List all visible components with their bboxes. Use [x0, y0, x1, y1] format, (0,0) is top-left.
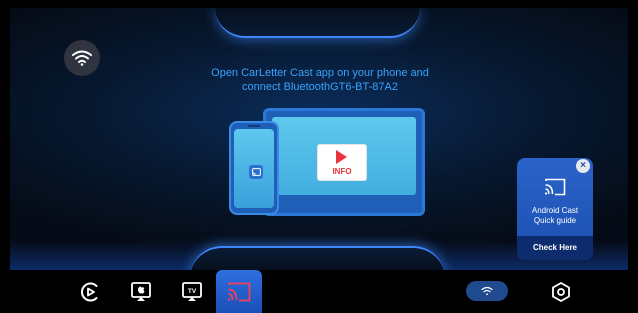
- wifi-status-button[interactable]: [466, 281, 508, 301]
- apple-tv-icon: TV: [182, 282, 202, 301]
- settings-button[interactable]: [549, 280, 573, 304]
- check-here-button[interactable]: Check Here: [517, 236, 593, 260]
- connect-instruction: Open CarLetter Cast app on your phone an…: [180, 66, 460, 94]
- wifi-status-icon: [481, 286, 493, 296]
- top-arc-decoration: [215, 8, 420, 38]
- phone-screen: [234, 129, 274, 208]
- bottom-dock: TV: [0, 270, 638, 313]
- instruction-line-2: connect BluetoothGT6-BT-87A2: [242, 81, 398, 93]
- carplay-icon: [81, 282, 98, 302]
- phone-notch: [248, 125, 260, 127]
- apple-tv-button[interactable]: TV: [180, 280, 204, 304]
- wifi-icon: [72, 50, 92, 66]
- phone-cast-icon: [249, 165, 263, 179]
- carplay-button[interactable]: [78, 280, 102, 304]
- guide-title-line-1: Android Cast: [531, 206, 579, 215]
- quick-guide-card[interactable]: Android Cast Quick guide Check Here: [517, 158, 593, 260]
- android-cast-icon: [227, 282, 251, 302]
- instruction-line-1: Open CarLetter Cast app on your phone an…: [211, 67, 429, 79]
- svg-text:TV: TV: [188, 288, 197, 295]
- info-label: INFO: [332, 167, 352, 176]
- phone-illustration: [229, 121, 279, 215]
- airplay-apple-button[interactable]: [129, 280, 153, 304]
- info-video-card: INFO: [317, 144, 367, 181]
- settings-hexagon-icon: [552, 282, 570, 302]
- play-icon: [336, 150, 347, 164]
- android-cast-button[interactable]: [227, 280, 251, 304]
- bottom-arc-decoration: [190, 246, 445, 270]
- android-cast-screen: Open CarLetter Cast app on your phone an…: [0, 0, 638, 313]
- wifi-button[interactable]: [64, 40, 100, 76]
- airplay-apple-icon: [131, 282, 151, 301]
- guide-title-line-2: Quick guide: [533, 216, 577, 225]
- cast-icon: [544, 178, 566, 196]
- close-icon[interactable]: ×: [576, 159, 590, 173]
